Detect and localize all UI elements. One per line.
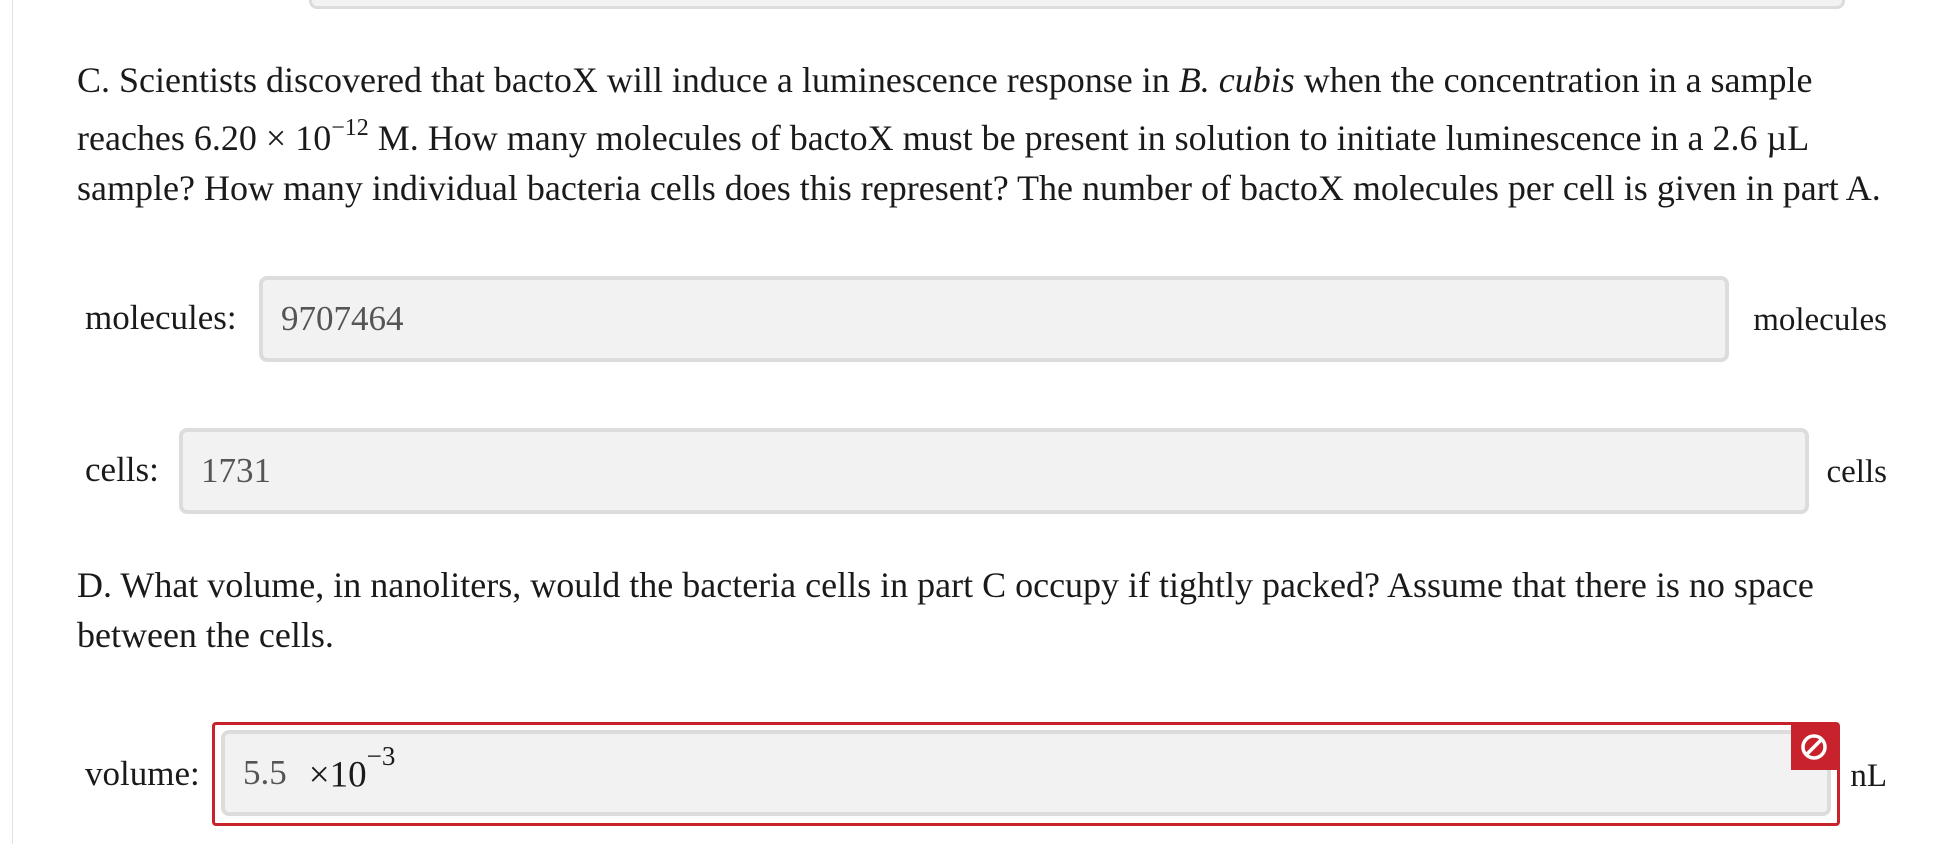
question-part-c: C. Scientists discovered that bactoX wil…	[77, 60, 1881, 208]
volume-input[interactable]: 5.5 ×10−3	[221, 730, 1831, 816]
cells-input[interactable]: 1731	[179, 428, 1809, 514]
question-panel: C. Scientists discovered that bactoX wil…	[12, 0, 1948, 844]
molecules-answer-row: molecules: 9707464 molecules	[77, 274, 1897, 362]
species-name: B. cubis	[1178, 60, 1295, 100]
cells-unit: cells	[1826, 454, 1887, 490]
question-part-d: D. What volume, in nanoliters, would the…	[77, 565, 1814, 655]
scientific-notation-multiplier: ×10−3	[308, 741, 396, 796]
volume-label: volume:	[85, 754, 200, 793]
cells-input-value: 1731	[201, 451, 271, 490]
concentration-exponent: −12	[331, 115, 369, 141]
volume-mantissa: 5.5	[243, 753, 287, 792]
invalid-icon	[1791, 724, 1837, 770]
previous-answer-field[interactable]	[309, 0, 1845, 9]
volume-exponent: −3	[366, 741, 396, 772]
cells-answer-row: cells: 1731 cells	[77, 426, 1897, 514]
volume-unit: nL	[1850, 758, 1887, 794]
molecules-input[interactable]: 9707464	[259, 276, 1729, 362]
molecules-label: molecules:	[85, 298, 237, 337]
volume-answer-row: volume: 5.5 ×10−3 nL	[77, 722, 1897, 826]
cells-label: cells:	[85, 450, 159, 489]
prohibited-icon	[1801, 734, 1827, 760]
molecules-input-value: 9707464	[281, 299, 404, 338]
molecules-unit: molecules	[1753, 302, 1887, 338]
